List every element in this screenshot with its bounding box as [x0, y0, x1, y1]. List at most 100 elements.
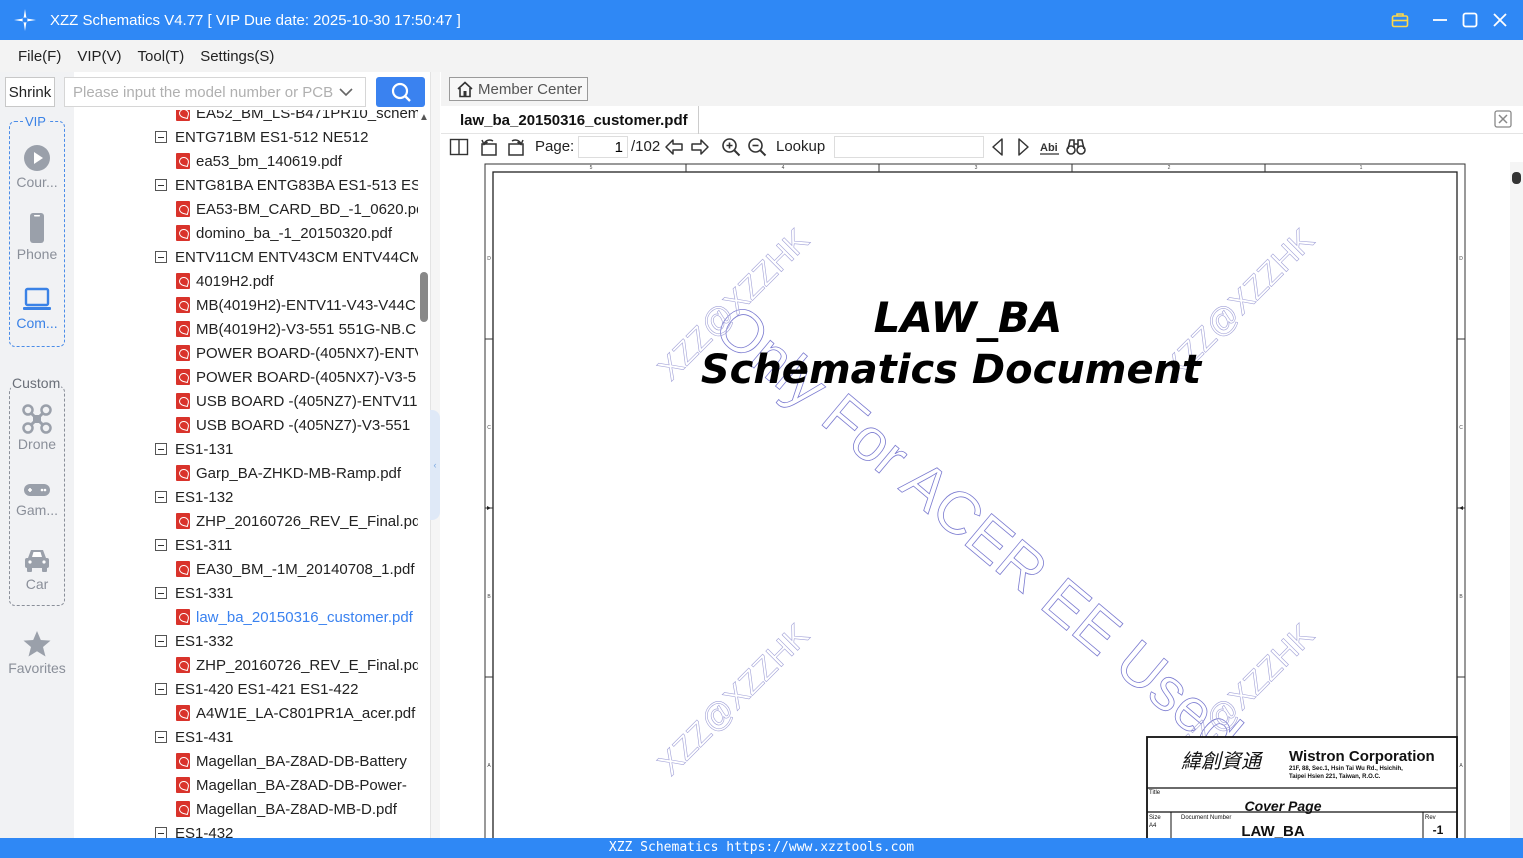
rail-item-favorites[interactable]: Favorites [0, 630, 74, 676]
toggle-sidebar-icon[interactable] [449, 137, 469, 157]
close-button[interactable] [1485, 0, 1515, 40]
tree-folder[interactable]: ES1-331 [155, 581, 233, 605]
tree-file[interactable]: Magellan_BA-Z8AD-DB-Power- [176, 773, 407, 797]
collapse-toggle-icon[interactable] [155, 131, 167, 143]
next-page-icon[interactable] [690, 137, 710, 157]
collapse-toggle-icon[interactable] [155, 587, 167, 599]
tree-row-label: POWER BOARD-(405NX7)-V3-5 [196, 368, 417, 386]
zoom-in-icon[interactable] [721, 137, 741, 157]
match-case-icon[interactable]: Abi [1040, 137, 1060, 157]
tree-file[interactable]: law_ba_20150316_customer.pdf [176, 605, 413, 629]
collapse-panel-handle[interactable]: ‹ [430, 410, 440, 520]
tree-file[interactable]: Magellan_BA-Z8AD-DB-Battery [176, 749, 407, 773]
tree-file[interactable]: USB BOARD -(405NZ7)-ENTV11 [176, 389, 417, 413]
binoculars-icon[interactable] [1066, 137, 1086, 157]
rail-item-label: Car [25, 576, 49, 592]
member-center-button[interactable]: Member Center [449, 77, 588, 101]
tree-folder[interactable]: ES1-431 [155, 725, 233, 749]
titlebar-spacer [1415, 0, 1425, 40]
collapse-toggle-icon[interactable] [155, 491, 167, 503]
tree-folder[interactable]: ES1-332 [155, 629, 233, 653]
rail-item-drone[interactable]: Drone [9, 404, 65, 452]
minimize-button[interactable] [1425, 0, 1455, 40]
lookup-label: Lookup [776, 138, 826, 155]
tree-file[interactable]: ZHP_20160726_REV_E_Final.pdf [176, 653, 418, 677]
collapse-toggle-icon[interactable] [155, 539, 167, 551]
close-tab-icon[interactable] [1494, 110, 1512, 128]
menu-file[interactable]: File(F) [18, 48, 61, 65]
menu-tool[interactable]: Tool(T) [138, 48, 185, 65]
rotate-left-icon[interactable] [479, 137, 499, 157]
tree-file[interactable]: MB(4019H2)-ENTV11-V43-V44C [176, 293, 416, 317]
zoom-out-icon[interactable] [747, 137, 767, 157]
search-button[interactable] [376, 77, 425, 107]
tree-file[interactable]: POWER BOARD-(405NX7)-V3-5 [176, 365, 416, 389]
tree-file[interactable]: ea53_bm_140619.pdf [176, 149, 342, 173]
row-mark: A [487, 763, 491, 769]
rail-item-computer[interactable]: Com... [9, 287, 65, 331]
rail-item-phone[interactable]: Phone [9, 212, 65, 262]
tree-folder[interactable]: ENTG81BA ENTG83BA ES1-513 ES1 [155, 173, 418, 197]
drone-icon [22, 404, 52, 434]
tree-row-label: ea53_bm_140619.pdf [196, 152, 342, 170]
tree-folder[interactable]: ES1-131 [155, 437, 233, 461]
tree-folder[interactable]: ES1-311 [155, 533, 232, 557]
shrink-button[interactable]: Shrink [5, 77, 55, 107]
collapse-toggle-icon[interactable] [155, 635, 167, 647]
find-next-icon[interactable] [1013, 137, 1033, 157]
collapse-toggle-icon[interactable] [155, 443, 167, 455]
tree-file[interactable]: POWER BOARD-(405NX7)-ENTV [176, 341, 418, 365]
collapse-toggle-icon[interactable] [155, 251, 167, 263]
document-tab[interactable]: law_ba_20150316_customer.pdf [450, 106, 699, 134]
tree-file[interactable]: Garp_BA-ZHKD-MB-Ramp.pdf [176, 461, 401, 485]
tree-file[interactable]: EA30_BM_-1M_20140708_1.pdf [176, 557, 415, 581]
tree-file[interactable]: EA53-BM_CARD_BD_-1_0620.pd [176, 197, 418, 221]
menu-settings[interactable]: Settings(S) [200, 48, 274, 65]
find-previous-icon[interactable] [988, 137, 1008, 157]
vip-bag-button[interactable] [1385, 0, 1415, 40]
document-scrollbar[interactable] [1510, 162, 1523, 838]
rev-field-label: Rev [1425, 815, 1436, 821]
chevron-down-icon[interactable] [339, 87, 353, 97]
tree-file[interactable]: EA52_BM_LS-B471PR10_schem [176, 110, 418, 125]
pdf-page-view[interactable]: 5 4 3 2 1 D C B A D C B A Only For ACER … [441, 162, 1510, 838]
tree-folder[interactable]: ENTG71BM ES1-512 NE512 [155, 125, 368, 149]
tree-file[interactable]: ZHP_20160726_REV_E_Final.pdf [176, 509, 418, 533]
pdf-file-icon [176, 393, 190, 409]
tree-folder[interactable]: ES1-432 [155, 821, 233, 838]
menu-vip[interactable]: VIP(V) [77, 48, 121, 65]
tree-row-label: ZHP_20160726_REV_E_Final.pdf [196, 656, 418, 674]
maximize-button[interactable] [1455, 0, 1485, 40]
document-scroll-thumb[interactable] [1512, 172, 1521, 184]
tree-scroll-thumb[interactable] [420, 272, 428, 322]
tree-file[interactable]: A4W1E_LA-C801PR1A_acer.pdf [176, 701, 415, 725]
gamepad-icon [24, 484, 50, 496]
pdf-file-icon [176, 110, 190, 121]
rotate-right-icon[interactable] [506, 137, 526, 157]
model-search-input[interactable] [73, 83, 335, 101]
rail-item-car[interactable]: Car [9, 546, 65, 592]
collapse-toggle-icon[interactable] [155, 827, 167, 838]
collapse-toggle-icon[interactable] [155, 683, 167, 695]
tree-folder[interactable]: ENTV11CM ENTV43CM ENTV44CM [155, 245, 418, 269]
lookup-input[interactable] [834, 136, 984, 158]
tree-scrollbar[interactable]: ▲ [418, 110, 430, 838]
tree-file[interactable]: MB(4019H2)-V3-551 551G-NB.C [176, 317, 416, 341]
page-number-input[interactable] [578, 136, 628, 158]
tree-file[interactable]: USB BOARD -(405NZ7)-V3-551 [176, 413, 410, 437]
scroll-up-icon[interactable]: ▲ [419, 112, 429, 123]
tree-folder[interactable]: ES1-132 [155, 485, 233, 509]
rail-item-gaming[interactable]: Gam... [9, 480, 65, 518]
title-block: 緯創資通 Wistron Corporation 21F, 88, Sec.1,… [1146, 736, 1458, 838]
tree-file[interactable]: 4019H2.pdf [176, 269, 274, 293]
previous-page-icon[interactable] [664, 137, 684, 157]
pdf-file-icon [176, 321, 190, 337]
tree-file[interactable]: Magellan_BA-Z8AD-MB-D.pdf [176, 797, 397, 821]
pdf-file-icon [176, 153, 190, 169]
collapse-toggle-icon[interactable] [155, 731, 167, 743]
collapse-toggle-icon[interactable] [155, 179, 167, 191]
page-label: Page: [535, 138, 575, 155]
rail-item-courses[interactable]: Cour... [9, 144, 65, 190]
tree-file[interactable]: domino_ba_-1_20150320.pdf [176, 221, 392, 245]
tree-folder[interactable]: ES1-420 ES1-421 ES1-422 [155, 677, 358, 701]
